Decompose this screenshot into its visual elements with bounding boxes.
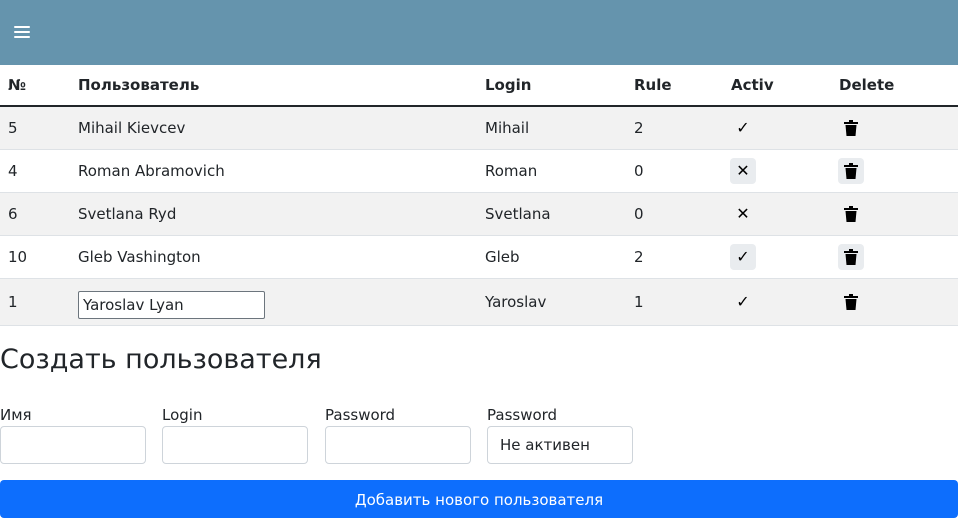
check-icon: ✓ [736,247,750,266]
table-row: 5 Mihail Kievcev Mihail 2 ✓ [0,106,958,150]
trash-icon [844,163,858,179]
delete-button[interactable] [838,158,864,184]
name-label: Имя [0,406,32,424]
column-header-rule: Rule [634,65,731,107]
table-header-row: № Пользователь Login Rule Activ Delete [0,65,958,107]
table-row: 1 Yaroslav 1 ✓ [0,278,958,326]
column-header-id: № [0,65,78,107]
active-toggle[interactable]: ✓ [730,115,756,141]
delete-button[interactable] [838,201,864,227]
trash-icon [844,249,858,265]
status-label: Password [487,406,558,424]
row-rule: 0 [634,149,731,193]
delete-button[interactable] [838,244,864,270]
cross-icon: ✕ [736,161,750,180]
active-toggle[interactable]: ✓ [730,289,756,315]
add-user-button[interactable]: Добавить нового пользователя [0,480,958,518]
column-header-login: Login [485,65,634,107]
row-user[interactable]: Roman Abramovich [78,149,485,193]
row-user[interactable]: Mihail Kievcev [78,106,485,150]
login-input[interactable] [162,426,308,464]
row-login: Mihail [485,106,634,150]
delete-button[interactable] [838,115,864,141]
row-id: 6 [0,192,78,236]
active-toggle[interactable]: ✓ [730,244,756,270]
trash-icon [844,206,858,222]
row-id: 5 [0,106,78,150]
row-rule: 2 [634,106,731,150]
top-navbar [0,0,958,65]
check-icon: ✓ [736,292,750,311]
login-label: Login [162,406,203,424]
row-login: Yaroslav [485,278,634,326]
active-toggle[interactable]: ✕ [730,158,756,184]
row-user[interactable]: Svetlana Ryd [78,192,485,236]
cross-icon: ✕ [736,204,750,223]
name-field: Имя [0,404,146,464]
users-table: № Пользователь Login Rule Activ Delete 5… [0,65,958,326]
row-id: 4 [0,149,78,193]
hamburger-icon[interactable] [14,24,32,40]
column-header-delete: Delete [839,65,958,107]
row-rule: 1 [634,278,731,326]
row-login: Roman [485,149,634,193]
row-login: Svetlana [485,192,634,236]
row-id: 10 [0,235,78,279]
check-icon: ✓ [736,118,750,137]
row-user-edit-input[interactable] [78,291,265,319]
table-row: 4 Roman Abramovich Roman 0 ✕ [0,149,958,193]
status-input[interactable] [487,426,633,464]
row-id: 1 [0,278,78,326]
row-user[interactable]: Gleb Vashington [78,235,485,279]
create-user-title: Создать пользователя [0,344,322,375]
table-row: 6 Svetlana Ryd Svetlana 0 ✕ [0,192,958,236]
password-input[interactable] [325,426,471,464]
row-login: Gleb [485,235,634,279]
trash-icon [844,294,858,310]
column-header-user: Пользователь [78,65,485,107]
password-label: Password [325,406,396,424]
column-header-active: Activ [731,65,839,107]
row-rule: 2 [634,235,731,279]
name-input[interactable] [0,426,146,464]
trash-icon [844,120,858,136]
active-toggle[interactable]: ✕ [730,201,756,227]
status-field: Password [487,404,633,464]
login-field: Login [162,404,308,464]
table-row: 10 Gleb Vashington Gleb 2 ✓ [0,235,958,279]
delete-button[interactable] [838,289,864,315]
password-field: Password [325,404,471,464]
row-rule: 0 [634,192,731,236]
